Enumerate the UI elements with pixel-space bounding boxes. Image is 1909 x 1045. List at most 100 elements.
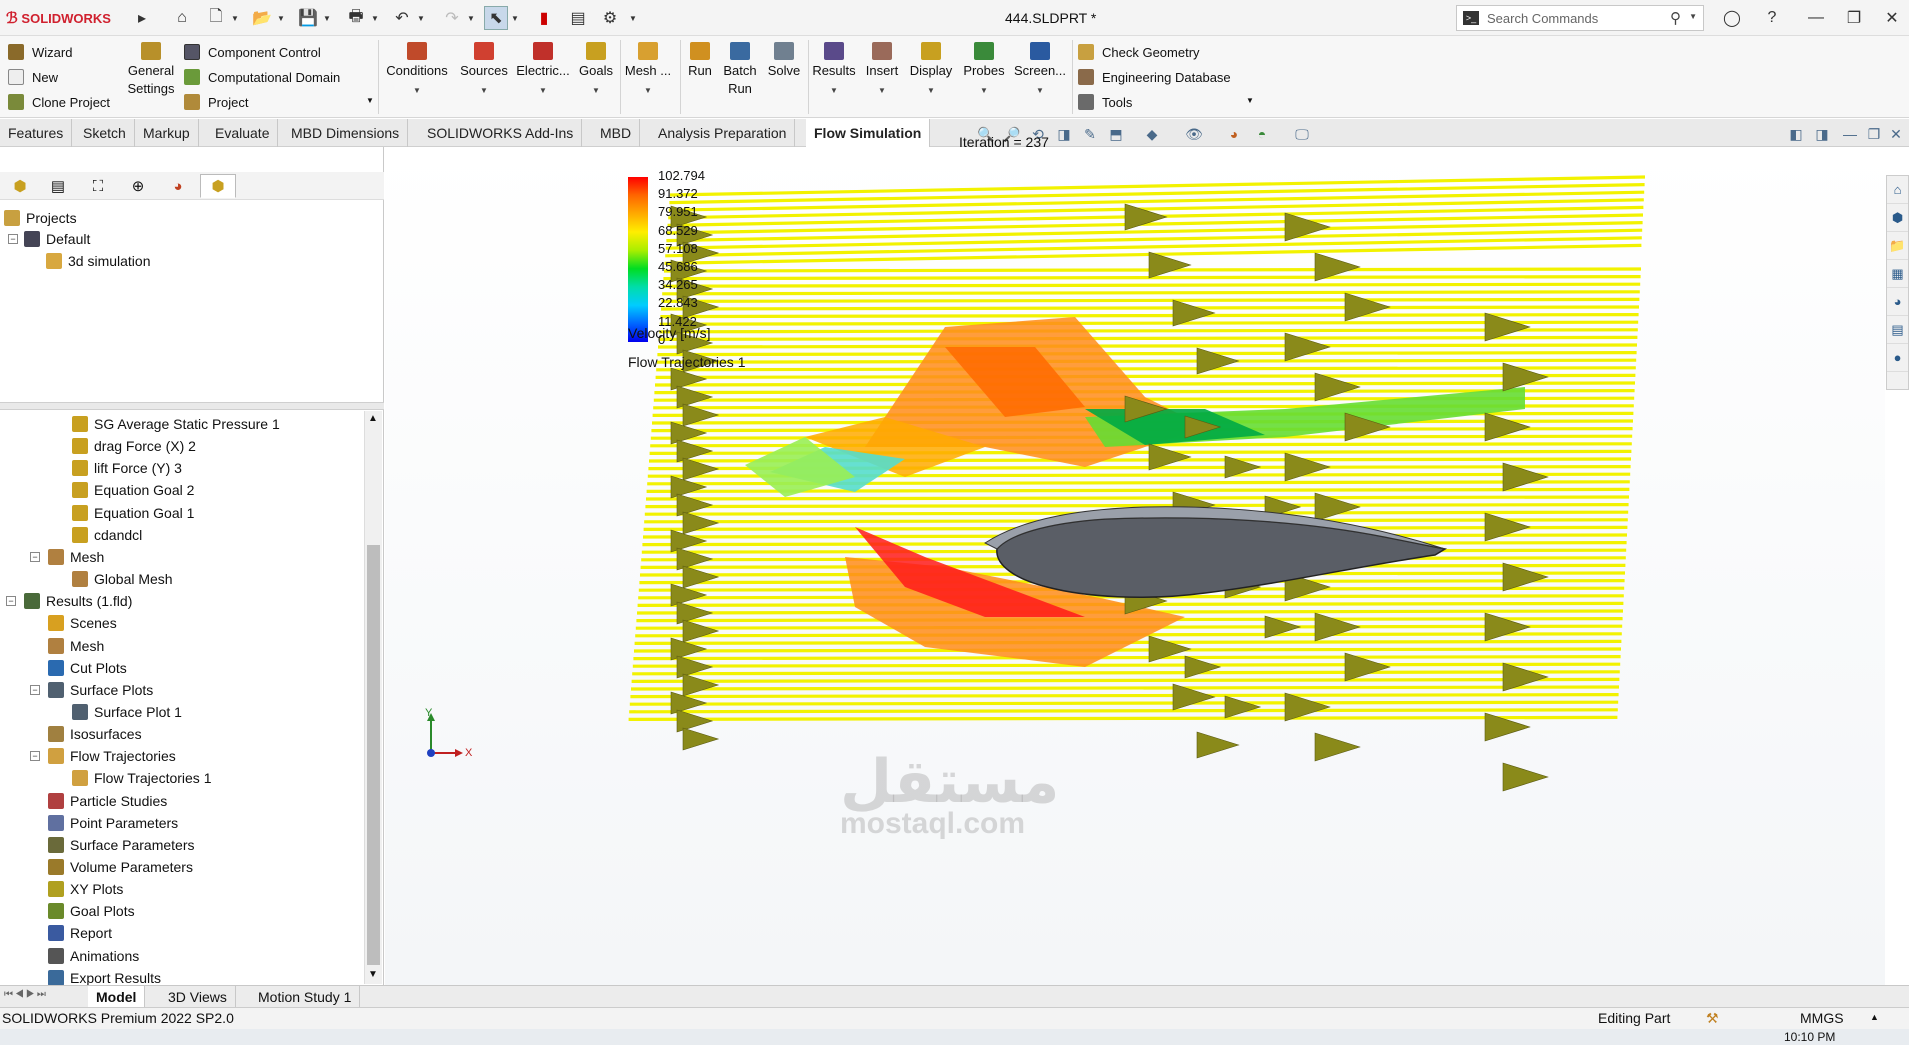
chevron-down-icon[interactable]: ▼ xyxy=(366,96,374,105)
tree-item[interactable]: Scenes xyxy=(48,613,117,633)
panel-splitter[interactable] xyxy=(0,402,384,410)
tile-right-icon[interactable]: ◨ xyxy=(1812,124,1832,144)
file-properties-icon[interactable]: ▤ xyxy=(566,6,590,30)
component-control-button[interactable]: Component Control xyxy=(184,42,321,62)
collapse-toggle[interactable]: − xyxy=(8,234,18,244)
chevron-down-icon[interactable]: ▼ xyxy=(370,6,380,30)
chevron-down-icon[interactable]: ▼ xyxy=(510,6,520,30)
chevron-down-icon[interactable]: ▼ xyxy=(1689,12,1697,21)
results-button[interactable]: Results ▼ xyxy=(810,42,858,96)
new-file-icon[interactable]: 🗋 xyxy=(204,6,228,30)
feature-manager-tab-icon[interactable]: ⬢ xyxy=(2,174,38,198)
tab-motion-study-1[interactable]: Motion Study 1 xyxy=(250,986,361,1008)
appearance-icon[interactable]: ◕ xyxy=(1224,124,1244,144)
view-orientation-icon[interactable]: ⬒ xyxy=(1106,124,1126,144)
minimize-icon[interactable]: — xyxy=(1804,6,1828,30)
scroll-up-icon[interactable]: ▲ xyxy=(368,413,378,424)
save-icon[interactable]: 💾 xyxy=(296,6,320,30)
tree-item[interactable]: Particle Studies xyxy=(48,791,167,811)
check-geometry-button[interactable]: Check Geometry xyxy=(1078,42,1200,62)
sources-button[interactable]: Sources ▼ xyxy=(456,42,512,96)
display-manager-tab-icon[interactable]: ◕ xyxy=(160,174,196,198)
tile-left-icon[interactable]: ◧ xyxy=(1786,124,1806,144)
tab-markup[interactable]: Markup xyxy=(135,119,199,147)
resources-icon[interactable]: ⬢ xyxy=(1887,204,1908,232)
monitor-icon[interactable]: 🖵 xyxy=(1292,124,1312,144)
conditions-button[interactable]: Conditions ▼ xyxy=(382,42,452,96)
tree-item[interactable]: drag Force (X) 2 xyxy=(72,436,196,456)
tools-button[interactable]: Tools xyxy=(1078,92,1132,112)
tree-item[interactable]: Flow Trajectories xyxy=(48,746,176,766)
chevron-up-icon[interactable]: ▲ xyxy=(1870,1012,1879,1022)
tab-mbd[interactable]: MBD xyxy=(592,119,641,147)
solidworks-logo[interactable]: ℬ SOLIDWORKS xyxy=(6,9,111,27)
display-style-icon[interactable]: ◆ xyxy=(1142,124,1162,144)
tree-item[interactable]: SG Average Static Pressure 1 xyxy=(72,414,280,434)
tree-item[interactable]: Goal Plots xyxy=(48,901,135,921)
run-button[interactable]: Run xyxy=(684,42,716,80)
traffic-light-icon[interactable]: ▮ xyxy=(532,6,556,30)
tree-item[interactable]: lift Force (Y) 3 xyxy=(72,458,182,478)
design-library-icon[interactable]: 📁 xyxy=(1887,232,1908,260)
tab-model[interactable]: Model xyxy=(88,986,146,1008)
view-restore-icon[interactable]: ❐ xyxy=(1864,124,1884,144)
help-icon[interactable]: ? xyxy=(1760,6,1784,30)
solidworks-forum-icon[interactable]: ● xyxy=(1887,344,1908,372)
tree-item[interactable]: Cut Plots xyxy=(48,658,127,678)
property-manager-tab-icon[interactable]: ▤ xyxy=(40,174,76,198)
clone-project-button[interactable]: Clone Project xyxy=(8,92,110,112)
tree-item[interactable]: Surface Parameters xyxy=(48,835,195,855)
home-icon[interactable]: ⌂ xyxy=(170,6,194,30)
tab-scroll-arrows-icon[interactable]: ⏮◀▶⏭ xyxy=(4,989,48,1000)
tree-item[interactable]: Surface Plot 1 xyxy=(72,702,182,722)
close-icon[interactable]: ✕ xyxy=(1880,6,1904,30)
tab-sketch[interactable]: Sketch xyxy=(75,119,135,147)
tree-projects[interactable]: Projects xyxy=(4,208,77,228)
chevron-down-icon[interactable]: ▼ xyxy=(416,6,426,30)
batch-run-button[interactable]: Batch Run xyxy=(718,42,762,98)
rebuild-icon[interactable]: ⚒ xyxy=(1706,1010,1719,1027)
gear-icon[interactable]: ⚙ xyxy=(598,6,622,30)
tree-item[interactable]: Results (1.fld) xyxy=(24,591,132,611)
tree-item[interactable]: Isosurfaces xyxy=(48,724,142,744)
tree-item[interactable]: Point Parameters xyxy=(48,813,178,833)
wizard-button[interactable]: Wizard xyxy=(8,42,72,62)
unit-system[interactable]: MMGS xyxy=(1800,1010,1844,1026)
user-icon[interactable]: ◯ xyxy=(1720,6,1744,30)
chevron-down-icon[interactable]: ▼ xyxy=(276,6,286,30)
menu-arrow-icon[interactable]: ▸ xyxy=(130,6,154,30)
view-close-icon[interactable]: ✕ xyxy=(1886,124,1906,144)
scrollbar-thumb[interactable] xyxy=(367,545,380,965)
collapse-toggle[interactable]: − xyxy=(6,596,16,607)
restore-icon[interactable]: ❐ xyxy=(1842,6,1866,30)
flow-simulation-tab-icon[interactable]: ⬢ xyxy=(200,174,236,198)
scroll-down-icon[interactable]: ▼ xyxy=(368,969,378,980)
tab-evaluate[interactable]: Evaluate xyxy=(207,119,279,147)
section-view-icon[interactable]: ◨ xyxy=(1054,124,1074,144)
mesh-button[interactable]: Mesh ... ▼ xyxy=(624,42,672,96)
chevron-down-icon[interactable]: ▼ xyxy=(322,6,332,30)
engineering-database-button[interactable]: Engineering Database xyxy=(1078,67,1231,87)
hide-show-icon[interactable]: 👁 xyxy=(1184,124,1204,144)
file-explorer-icon[interactable]: ▦ xyxy=(1887,260,1908,288)
chevron-down-icon[interactable]: ▼ xyxy=(230,6,240,30)
tab-features[interactable]: Features xyxy=(0,119,73,147)
flow-trajectories-scene[interactable] xyxy=(385,147,1885,985)
tree-item[interactable]: Equation Goal 1 xyxy=(72,503,194,523)
dynamic-annotation-icon[interactable]: ✎ xyxy=(1080,124,1100,144)
tree-default[interactable]: Default xyxy=(24,229,90,249)
custom-properties-icon[interactable]: ▤ xyxy=(1887,316,1908,344)
scene-icon[interactable]: ◓ xyxy=(1252,124,1272,144)
tree-item[interactable]: Mesh xyxy=(48,547,104,567)
tab-3d-views[interactable]: 3D Views xyxy=(160,986,236,1008)
screen-button[interactable]: Screen... ▼ xyxy=(1012,42,1068,96)
tree-item[interactable]: Global Mesh xyxy=(72,569,173,589)
tree-item[interactable]: Flow Trajectories 1 xyxy=(72,768,211,788)
solve-button[interactable]: Solve xyxy=(764,42,804,80)
collapse-toggle[interactable]: − xyxy=(30,684,40,695)
display-button[interactable]: Display ▼ xyxy=(906,42,956,96)
tree-item[interactable]: Animations xyxy=(48,946,139,966)
new-project-button[interactable]: New xyxy=(8,67,58,87)
search-commands-input[interactable]: >_ Search Commands ⚲ ▼ xyxy=(1456,5,1704,31)
collapse-toggle[interactable]: − xyxy=(30,551,40,562)
